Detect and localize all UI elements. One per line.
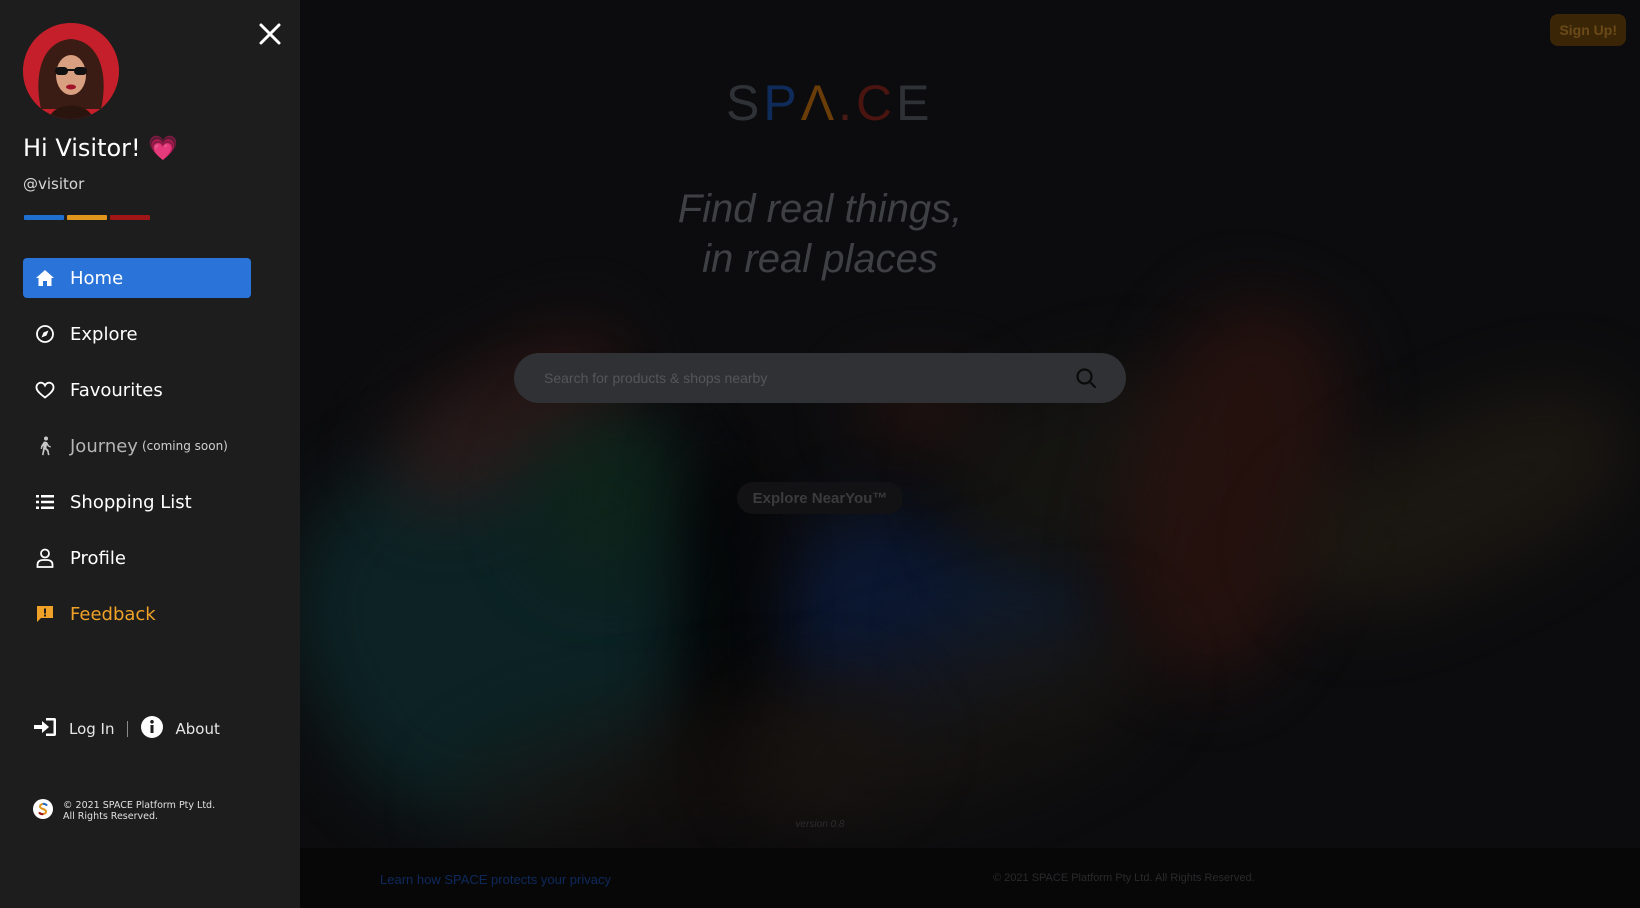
list-icon <box>34 491 56 513</box>
version-label: version 0.8 <box>795 819 845 830</box>
footer-copyright: © 2021 SPACE Platform Pty Ltd. All Right… <box>993 872 1255 884</box>
logo-letter-c: C <box>856 75 897 131</box>
walking-person-icon <box>34 435 56 457</box>
sidebar-item-label: Shopping List <box>70 491 192 513</box>
about-link[interactable]: About <box>140 715 220 743</box>
color-bar-orange <box>67 215 107 220</box>
logo-letter-p: P <box>763 75 801 131</box>
search-icon[interactable] <box>1074 366 1098 390</box>
tagline-line-2: in real places <box>702 237 938 281</box>
sidebar-copyright: © 2021 SPACE Platform Pty Ltd. All Right… <box>33 799 216 822</box>
close-icon[interactable] <box>256 20 284 48</box>
greeting-text: Hi Visitor! 💗 <box>23 134 179 162</box>
sidebar-item-explore[interactable]: Explore <box>23 314 251 354</box>
logo-letter-e: E <box>896 75 934 131</box>
login-label: Log In <box>69 720 115 738</box>
sidebar-item-feedback[interactable]: Feedback <box>23 594 251 634</box>
username-handle: @visitor <box>23 175 85 193</box>
sidebar-item-shopping-list[interactable]: Shopping List <box>23 482 251 522</box>
home-icon <box>34 267 56 289</box>
link-divider <box>126 721 128 737</box>
heart-icon <box>34 379 56 401</box>
explore-nearyou-button[interactable]: Explore NearYou™ <box>737 482 903 514</box>
search-bar <box>514 353 1126 403</box>
logo-letter-a: Λ <box>800 75 839 131</box>
sidebar-item-label: Journey <box>70 435 138 457</box>
sidebar-bottom-links: Log In About <box>33 715 220 743</box>
tagline-line-1: Find real things, <box>677 187 963 231</box>
color-bar-blue <box>24 215 64 220</box>
logo-letter-s: S <box>726 75 764 131</box>
privacy-link[interactable]: Learn how SPACE protects your privacy <box>380 872 611 887</box>
signup-button[interactable]: Sign Up! <box>1550 14 1626 46</box>
sidebar-item-home[interactable]: Home <box>23 258 251 298</box>
hero-tagline: Find real things, in real places <box>520 184 1120 284</box>
coming-soon-note: (coming soon) <box>141 439 228 453</box>
space-s-logo-icon <box>33 799 53 819</box>
sidebar-item-label: Favourites <box>70 379 163 401</box>
avatar <box>23 23 119 119</box>
background-scene <box>300 0 1640 908</box>
sidebar-item-label: Home <box>70 267 124 289</box>
search-input[interactable] <box>544 370 1074 386</box>
sidebar-item-favourites[interactable]: Favourites <box>23 370 251 410</box>
sidebar-menu: Home Explore Favourites Journey (coming … <box>23 258 251 650</box>
color-bar-red <box>110 215 150 220</box>
sidebar-item-profile[interactable]: Profile <box>23 538 251 578</box>
sidebar-item-journey[interactable]: Journey (coming soon) <box>23 426 251 466</box>
copyright-line-2: All Rights Reserved. <box>63 811 159 822</box>
feedback-icon <box>34 603 56 625</box>
about-label: About <box>175 720 220 738</box>
login-link[interactable]: Log In <box>33 717 115 741</box>
sidebar-drawer: Hi Visitor! 💗 @visitor Home Explore Favo… <box>0 0 300 908</box>
logo-dot: . <box>838 75 857 131</box>
sidebar-item-label: Profile <box>70 547 126 569</box>
copyright-line-1: © 2021 SPACE Platform Pty Ltd. <box>63 800 216 811</box>
user-icon <box>34 547 56 569</box>
brand-color-bars <box>24 215 150 220</box>
sidebar-item-label: Explore <box>70 323 138 345</box>
sidebar-item-label: Feedback <box>70 603 156 625</box>
sign-in-icon <box>33 717 57 741</box>
compass-icon <box>34 323 56 345</box>
space-logo: S P Λ . C E <box>726 74 934 132</box>
info-icon <box>140 715 164 743</box>
